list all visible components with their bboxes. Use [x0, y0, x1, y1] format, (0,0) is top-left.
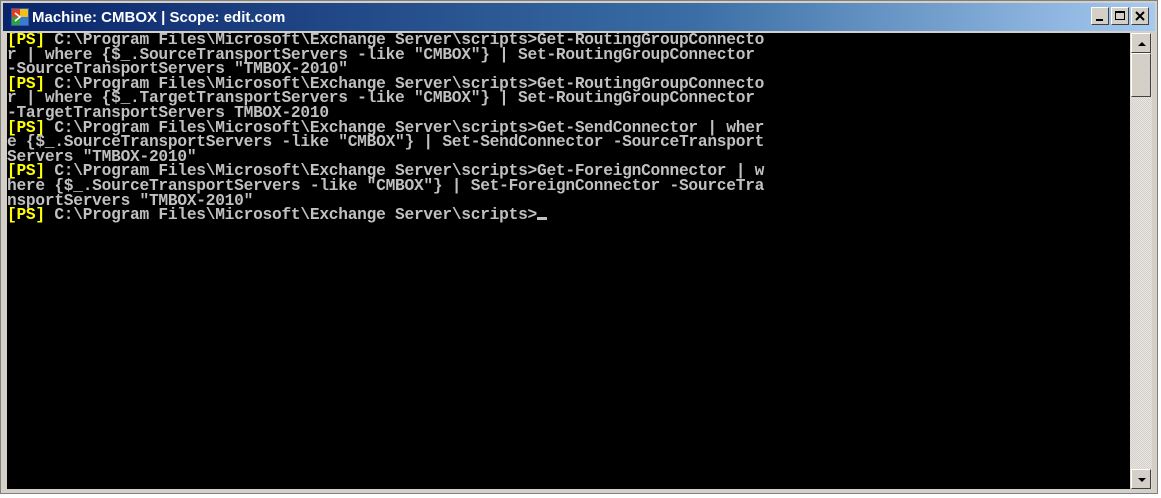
console-lines: [PS] C:\Program Files\Microsoft\Exchange…: [7, 33, 764, 223]
scroll-down-arrow-icon: [1138, 478, 1146, 482]
title-bar[interactable]: Machine: CMBOX | Scope: edit.com: [3, 3, 1155, 31]
maximize-icon: [1115, 11, 1125, 20]
powershell-console-icon: [11, 8, 29, 26]
scroll-thumb[interactable]: [1131, 53, 1151, 97]
console-text: C:\Program Files\Microsoft\Exchange Serv…: [44, 206, 537, 225]
vertical-scrollbar[interactable]: [1130, 33, 1152, 489]
minimize-button[interactable]: [1091, 7, 1109, 25]
scroll-up-button[interactable]: [1131, 33, 1151, 53]
ps-prompt-tag: [PS]: [7, 206, 45, 225]
close-icon: [1135, 11, 1145, 21]
close-button[interactable]: [1131, 7, 1149, 25]
maximize-button[interactable]: [1111, 7, 1129, 25]
window-controls: [1091, 7, 1149, 25]
console-output[interactable]: [PS] C:\Program Files\Microsoft\Exchange…: [7, 33, 1130, 489]
scroll-up-arrow-icon: [1138, 42, 1146, 46]
minimize-icon: [1096, 19, 1103, 21]
window-title: Machine: CMBOX | Scope: edit.com: [32, 8, 286, 26]
text-cursor: [537, 217, 547, 221]
console-window: Machine: CMBOX | Scope: edit.com [PS] C:…: [0, 0, 1158, 494]
console-line: [PS] C:\Program Files\Microsoft\Exchange…: [7, 206, 764, 225]
scroll-down-button[interactable]: [1131, 469, 1151, 489]
